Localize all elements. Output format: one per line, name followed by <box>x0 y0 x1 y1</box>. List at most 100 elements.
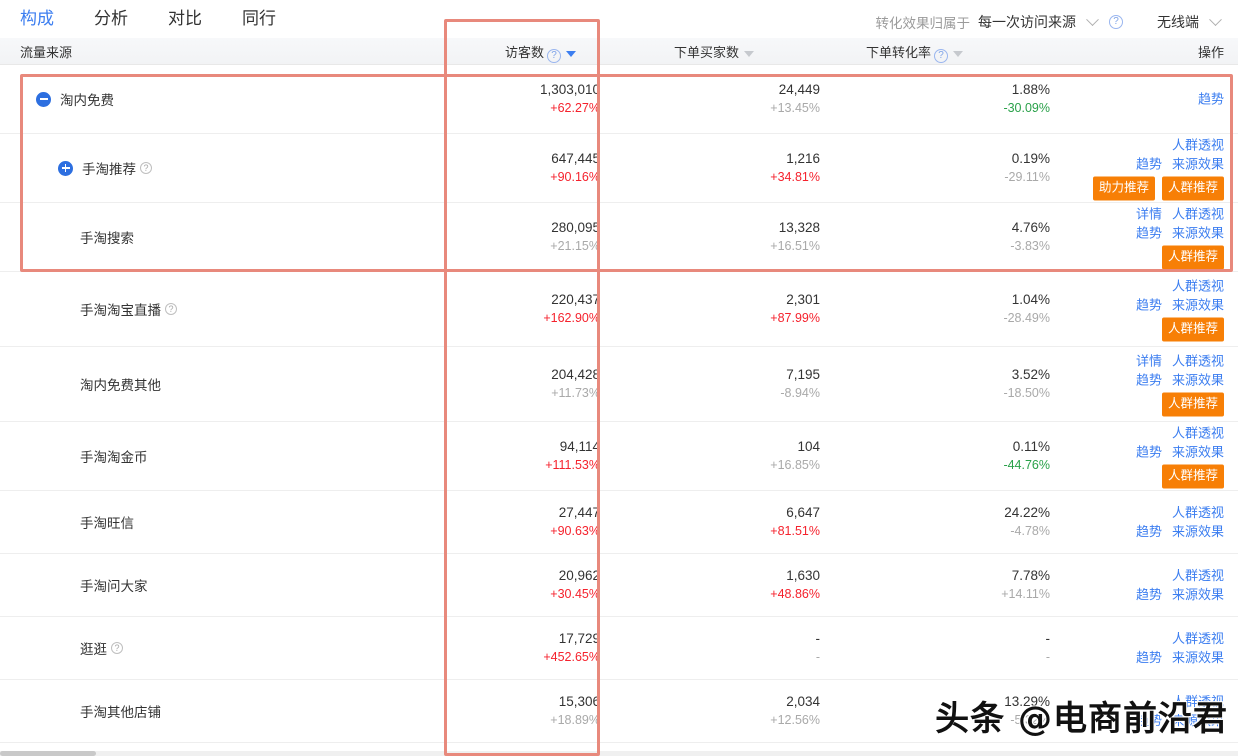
promo-badge[interactable]: 人群推荐 <box>1161 245 1224 270</box>
metric-value-conv: 7.78% <box>1011 568 1050 583</box>
operation-link[interactable]: 人群透视 <box>1172 426 1224 441</box>
metric-delta-visitors: +62.27% <box>550 101 600 115</box>
promo-badge[interactable]: 人群推荐 <box>1161 317 1224 342</box>
table-row[interactable]: 手淘问大家 20,962 +30.45% 1,630 +48.86% 7.78% +14.1… <box>0 554 1238 617</box>
cell-traffic-source: 手淘淘宝直播? <box>0 272 444 346</box>
column-header-4: 操作 <box>1050 38 1238 65</box>
operation-link[interactable]: 来源效果 <box>1172 650 1224 665</box>
scrollbar-thumb[interactable] <box>0 751 96 756</box>
sort-descending-icon-3[interactable] <box>953 50 963 57</box>
table-row[interactable]: 手淘淘金币 94,114 +111.53% 104 +16.85% 0.11% -44.76… <box>0 422 1238 491</box>
column-header-2[interactable]: 下单买家数 <box>600 38 820 65</box>
collapse-icon[interactable] <box>36 91 51 107</box>
metric-delta-visitors: +452.65% <box>543 650 600 664</box>
operations-line: 趋势 <box>1198 90 1224 109</box>
table-row[interactable]: 逛逛? 17,729 +452.65% - - - - 人群透视 趋势 来源效果 <box>0 617 1238 680</box>
column-header-1[interactable]: 访客数? <box>444 38 600 65</box>
metric-visitors: 27,447 +90.63% <box>444 503 600 541</box>
operation-link[interactable]: 人群透视 <box>1172 354 1224 369</box>
traffic-source-name: 淘内免费其他 <box>80 378 161 393</box>
operation-link[interactable]: 人群透视 <box>1172 207 1224 222</box>
operation-link[interactable]: 人群透视 <box>1172 138 1224 153</box>
row-help-icon[interactable]: ? <box>165 303 177 315</box>
chevron-down-icon-device[interactable] <box>1209 12 1222 26</box>
traffic-source-label-wrap: 淘内免费其他 <box>80 374 161 394</box>
table-row[interactable]: 手淘搜索 280,095 +21.15% 13,328 +16.51% 4.76% -3.8… <box>0 203 1238 272</box>
operation-link[interactable]: 人群透视 <box>1172 505 1224 520</box>
question-circle-icon[interactable]: ? <box>1109 15 1123 29</box>
promo-badge[interactable]: 助力推荐 <box>1092 176 1155 201</box>
operation-link[interactable]: 趋势 <box>1136 650 1162 665</box>
metric-delta-conv: -18.50% <box>1003 386 1050 400</box>
table-row[interactable]: 淘内免费其他 204,428 +11.73% 7,195 -8.94% 3.52% -18.… <box>0 347 1238 422</box>
operation-link[interactable]: 趋势 <box>1198 92 1224 107</box>
chevron-down-icon[interactable] <box>1086 12 1099 26</box>
table-row[interactable]: 淘内免费 1,303,010 +62.27% 24,449 +13.45% 1.88% -3… <box>0 65 1238 134</box>
traffic-source-label-wrap: 手淘推荐? <box>58 158 152 178</box>
cell-buyers: 24,449 +13.45% <box>600 65 820 133</box>
expand-icon[interactable] <box>58 160 73 176</box>
operation-link[interactable]: 人群透视 <box>1172 568 1224 583</box>
metric-value-visitors: 20,962 <box>558 568 600 583</box>
operation-link[interactable]: 趋势 <box>1136 298 1162 313</box>
promo-badge[interactable]: 人群推荐 <box>1161 392 1224 417</box>
metric-value-visitors: 647,445 <box>551 151 600 166</box>
table-row[interactable]: 手淘推荐? 647,445 +90.16% 1,216 +34.81% 0.19% -29.… <box>0 134 1238 203</box>
operation-link[interactable]: 来源效果 <box>1172 298 1224 313</box>
nav-tab-2[interactable]: 对比 <box>168 8 202 39</box>
table-body: 淘内免费 1,303,010 +62.27% 24,449 +13.45% 1.88% -3… <box>0 65 1238 743</box>
cell-visitors: 204,428 +11.73% <box>444 347 600 421</box>
metric-buyers: 6,647 +81.51% <box>600 503 820 541</box>
metric-visitors: 17,729 +452.65% <box>444 629 600 667</box>
nav-tab-3[interactable]: 同行 <box>242 8 276 39</box>
metric-visitors: 204,428 +11.73% <box>444 365 600 403</box>
operations-line: 趋势 来源效果 <box>1093 155 1224 174</box>
operations-wrap: 人群透视 趋势 来源效果 <box>1136 629 1224 667</box>
device-select[interactable]: 无线端 <box>1157 12 1199 32</box>
cell-traffic-source: 手淘淘金币 <box>0 422 444 490</box>
sort-descending-icon-2[interactable] <box>744 50 754 57</box>
horizontal-scrollbar[interactable] <box>0 751 1238 756</box>
metric-buyers: 1,216 +34.81% <box>600 149 820 187</box>
operation-link[interactable]: 趋势 <box>1136 157 1162 172</box>
header-help-icon-1[interactable]: ? <box>547 49 561 63</box>
operation-link[interactable]: 趋势 <box>1136 524 1162 539</box>
table-row[interactable]: 手淘旺信 27,447 +90.63% 6,647 +81.51% 24.22% -4.78… <box>0 491 1238 554</box>
operation-badges: 助力推荐 人群推荐 <box>1092 176 1224 201</box>
operation-badges: 人群推荐 <box>1136 317 1224 342</box>
traffic-source-name: 逛逛 <box>80 642 107 657</box>
row-help-icon[interactable]: ? <box>111 642 123 654</box>
metric-buyers: 1,630 +48.86% <box>600 566 820 604</box>
operation-link[interactable]: 来源效果 <box>1172 226 1224 241</box>
operation-link[interactable]: 人群透视 <box>1172 631 1224 646</box>
promo-badge[interactable]: 人群推荐 <box>1161 464 1224 489</box>
operation-link[interactable]: 趋势 <box>1136 587 1162 602</box>
cell-traffic-source: 手淘其他店铺 <box>0 680 444 742</box>
nav-tab-0[interactable]: 构成 <box>20 8 54 43</box>
operation-link[interactable]: 详情 <box>1136 207 1162 222</box>
attribution-select[interactable]: 每一次访问来源 <box>978 12 1076 32</box>
operation-link[interactable]: 来源效果 <box>1172 445 1224 460</box>
operation-link[interactable]: 来源效果 <box>1172 587 1224 602</box>
operation-link[interactable]: 详情 <box>1136 354 1162 369</box>
operation-link[interactable]: 趋势 <box>1136 373 1162 388</box>
row-help-icon[interactable]: ? <box>140 162 152 174</box>
nav-tab-1[interactable]: 分析 <box>94 8 128 39</box>
header-help-icon-3[interactable]: ? <box>934 49 948 63</box>
operation-link[interactable]: 来源效果 <box>1172 157 1224 172</box>
column-header-3[interactable]: 下单转化率? <box>820 38 1050 65</box>
operation-link[interactable]: 来源效果 <box>1172 524 1224 539</box>
metric-conv: 1.88% -30.09% <box>820 80 1050 118</box>
operations-wrap: 详情 人群透视 趋势 来源效果人群推荐 <box>1136 205 1224 270</box>
cell-operations: 人群透视 趋势 来源效果 <box>1050 554 1238 616</box>
promo-badge[interactable]: 人群推荐 <box>1161 176 1224 201</box>
metric-value-buyers: - <box>815 631 821 646</box>
operation-link[interactable]: 来源效果 <box>1172 373 1224 388</box>
cell-operations: 人群透视 趋势 来源效果人群推荐 <box>1050 272 1238 346</box>
operation-link[interactable]: 人群透视 <box>1172 279 1224 294</box>
operation-link[interactable]: 趋势 <box>1136 445 1162 460</box>
column-header-label-1: 访客数 <box>504 45 544 60</box>
operation-link[interactable]: 趋势 <box>1136 226 1162 241</box>
table-row[interactable]: 手淘淘宝直播? 220,437 +162.90% 2,301 +87.99% 1.04% -… <box>0 272 1238 347</box>
sort-descending-icon-1[interactable] <box>566 50 576 57</box>
